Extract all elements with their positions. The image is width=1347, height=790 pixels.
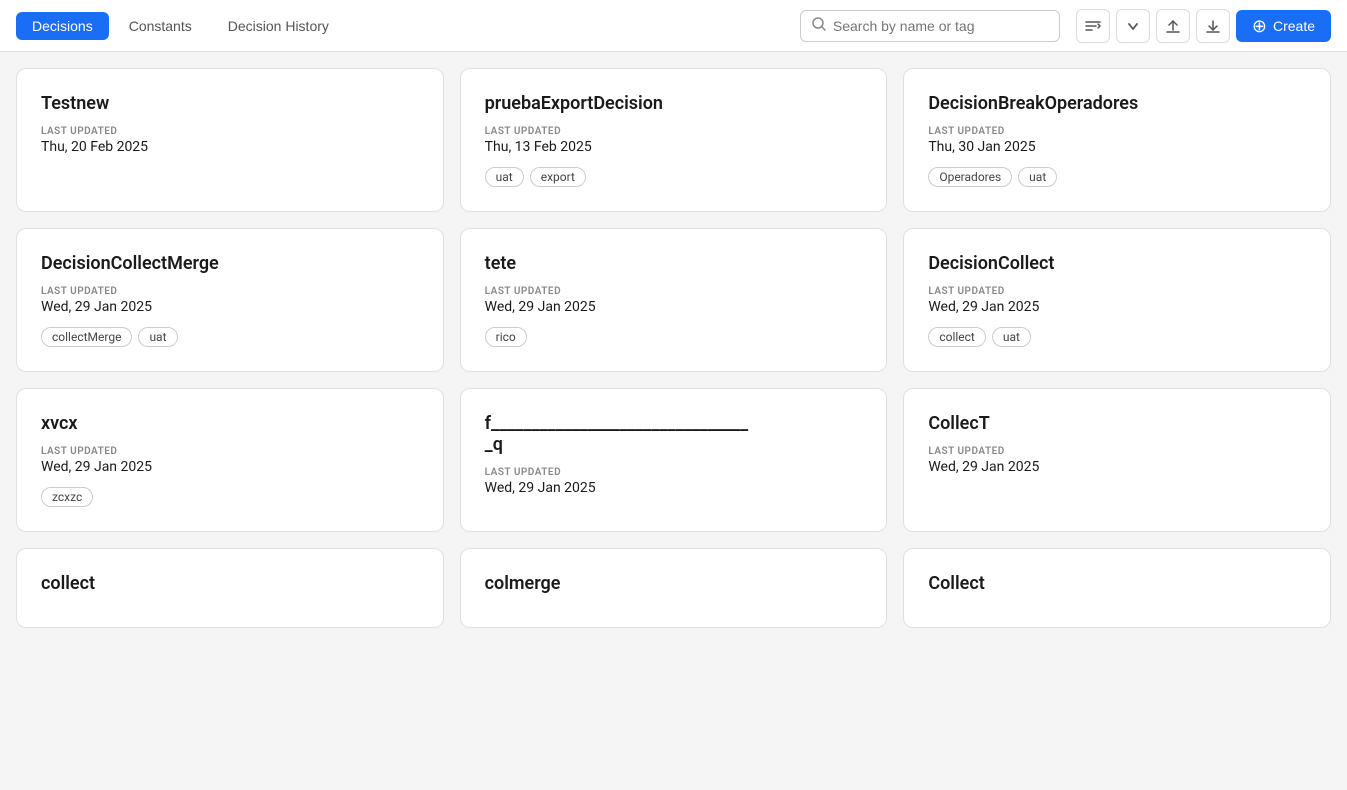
card-tag: rico <box>485 327 527 347</box>
dropdown-icon-button[interactable] <box>1116 9 1150 43</box>
card-tags: collect uat <box>928 327 1306 347</box>
card-last-updated-label: LAST UPDATED <box>485 286 863 297</box>
create-plus-icon: ⊕ <box>1252 17 1267 35</box>
card-tag: uat <box>138 327 177 347</box>
decision-card[interactable]: DecisionCollect LAST UPDATED Wed, 29 Jan 2… <box>903 228 1331 372</box>
decision-card[interactable]: DecisionCollectMerge LAST UPDATED Wed, 29 … <box>16 228 444 372</box>
card-tag: Operadores <box>928 167 1012 187</box>
card-last-updated-value: Wed, 29 Jan 2025 <box>928 459 1306 475</box>
card-last-updated-label: LAST UPDATED <box>928 126 1306 137</box>
card-last-updated-value: Thu, 30 Jan 2025 <box>928 139 1306 155</box>
decisions-grid-container: Testnew LAST UPDATED Thu, 20 Feb 2025 prueb… <box>0 52 1347 644</box>
nav-tabs: Decisions Constants Decision History <box>16 12 345 40</box>
card-tags: collectMerge uat <box>41 327 419 347</box>
card-meta: LAST UPDATED Thu, 20 Feb 2025 <box>41 126 419 155</box>
card-last-updated-value: Wed, 29 Jan 2025 <box>485 299 863 315</box>
decision-card[interactable]: xvcx LAST UPDATED Wed, 29 Jan 2025 zcxzc <box>16 388 444 532</box>
search-input[interactable] <box>833 18 1049 34</box>
card-last-updated-label: LAST UPDATED <box>41 126 419 137</box>
card-title: xvcx <box>41 413 419 434</box>
card-tags: uat export <box>485 167 863 187</box>
card-meta: LAST UPDATED Thu, 30 Jan 2025 <box>928 126 1306 155</box>
card-title: DecisionCollect <box>928 253 1306 274</box>
card-last-updated-value: Thu, 20 Feb 2025 <box>41 139 419 155</box>
tab-decisions[interactable]: Decisions <box>16 12 109 40</box>
card-title: collect <box>41 573 419 594</box>
search-icon <box>811 16 827 36</box>
tab-decision-history[interactable]: Decision History <box>212 12 345 40</box>
decision-card[interactable]: pruebaExportDecision LAST UPDATED Thu, 13 … <box>460 68 888 212</box>
create-label: Create <box>1273 18 1315 34</box>
card-meta: LAST UPDATED Thu, 13 Feb 2025 <box>485 126 863 155</box>
card-meta: LAST UPDATED Wed, 29 Jan 2025 <box>41 286 419 315</box>
decision-card[interactable]: DecisionBreakOperadores LAST UPDATED Thu, … <box>903 68 1331 212</box>
card-last-updated-value: Wed, 29 Jan 2025 <box>928 299 1306 315</box>
decision-card[interactable]: CollecT LAST UPDATED Wed, 29 Jan 2025 <box>903 388 1331 532</box>
card-title: Testnew <box>41 93 419 114</box>
decision-card[interactable]: collect <box>16 548 444 628</box>
card-last-updated-label: LAST UPDATED <box>41 446 419 457</box>
card-last-updated-label: LAST UPDATED <box>928 446 1306 457</box>
decision-card[interactable]: Testnew LAST UPDATED Thu, 20 Feb 2025 <box>16 68 444 212</box>
card-tag: uat <box>1018 167 1057 187</box>
card-tag: uat <box>485 167 524 187</box>
card-last-updated-label: LAST UPDATED <box>485 467 863 478</box>
card-title: pruebaExportDecision <box>485 93 863 114</box>
card-title: f________________________________ _q <box>485 413 863 455</box>
card-title: colmerge <box>485 573 863 594</box>
card-last-updated-label: LAST UPDATED <box>928 286 1306 297</box>
card-tags: zcxzc <box>41 487 419 507</box>
card-tag: zcxzc <box>41 487 93 507</box>
card-meta: LAST UPDATED Wed, 29 Jan 2025 <box>928 446 1306 475</box>
card-title: tete <box>485 253 863 274</box>
card-meta: LAST UPDATED Wed, 29 Jan 2025 <box>41 446 419 475</box>
card-tag: collect <box>928 327 986 347</box>
card-meta: LAST UPDATED Wed, 29 Jan 2025 <box>928 286 1306 315</box>
card-meta: LAST UPDATED Wed, 29 Jan 2025 <box>485 467 863 496</box>
card-last-updated-value: Wed, 29 Jan 2025 <box>41 459 419 475</box>
card-title: DecisionBreakOperadores <box>928 93 1306 114</box>
tab-constants[interactable]: Constants <box>113 12 208 40</box>
header: Decisions Constants Decision History <box>0 0 1347 52</box>
card-last-updated-label: LAST UPDATED <box>485 126 863 137</box>
card-tags: rico <box>485 327 863 347</box>
card-tag: export <box>530 167 586 187</box>
card-last-updated-value: Wed, 29 Jan 2025 <box>485 480 863 496</box>
sort-icon-button[interactable] <box>1076 9 1110 43</box>
decision-card[interactable]: colmerge <box>460 548 888 628</box>
decisions-grid: Testnew LAST UPDATED Thu, 20 Feb 2025 prueb… <box>0 52 1347 644</box>
card-title: DecisionCollectMerge <box>41 253 419 274</box>
card-tag: collectMerge <box>41 327 132 347</box>
download-icon-button[interactable] <box>1196 9 1230 43</box>
card-title: Collect <box>928 573 1306 594</box>
upload-icon-button[interactable] <box>1156 9 1190 43</box>
card-meta: LAST UPDATED Wed, 29 Jan 2025 <box>485 286 863 315</box>
card-tag: uat <box>992 327 1031 347</box>
card-last-updated-value: Wed, 29 Jan 2025 <box>41 299 419 315</box>
create-button[interactable]: ⊕ Create <box>1236 10 1331 42</box>
decision-card[interactable]: f________________________________ _q LAST… <box>460 388 888 532</box>
search-box <box>800 10 1060 42</box>
card-last-updated-value: Thu, 13 Feb 2025 <box>485 139 863 155</box>
header-actions: ⊕ Create <box>1076 9 1331 43</box>
card-last-updated-label: LAST UPDATED <box>41 286 419 297</box>
card-title: CollecT <box>928 413 1306 434</box>
card-tags: Operadores uat <box>928 167 1306 187</box>
decision-card[interactable]: Collect <box>903 548 1331 628</box>
decision-card[interactable]: tete LAST UPDATED Wed, 29 Jan 2025 rico <box>460 228 888 372</box>
